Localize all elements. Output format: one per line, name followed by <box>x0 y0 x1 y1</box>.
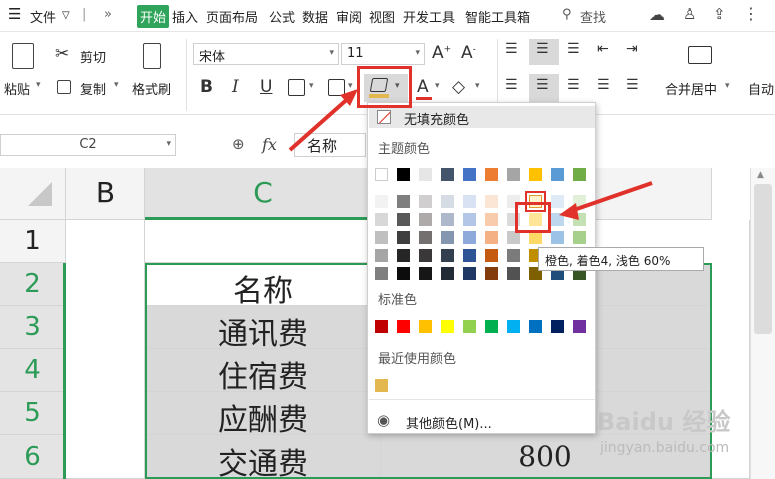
arrowhead-swatch <box>559 203 579 220</box>
arrow-to-swatch <box>567 181 653 214</box>
spreadsheet-window: ☰ 文件 ▽ | » 开始 插入 页面布局 公式 数据 审阅 视图 开发工具 智… <box>0 0 775 479</box>
arrow-to-fill-button <box>288 93 354 152</box>
annotation-arrows <box>288 89 653 220</box>
